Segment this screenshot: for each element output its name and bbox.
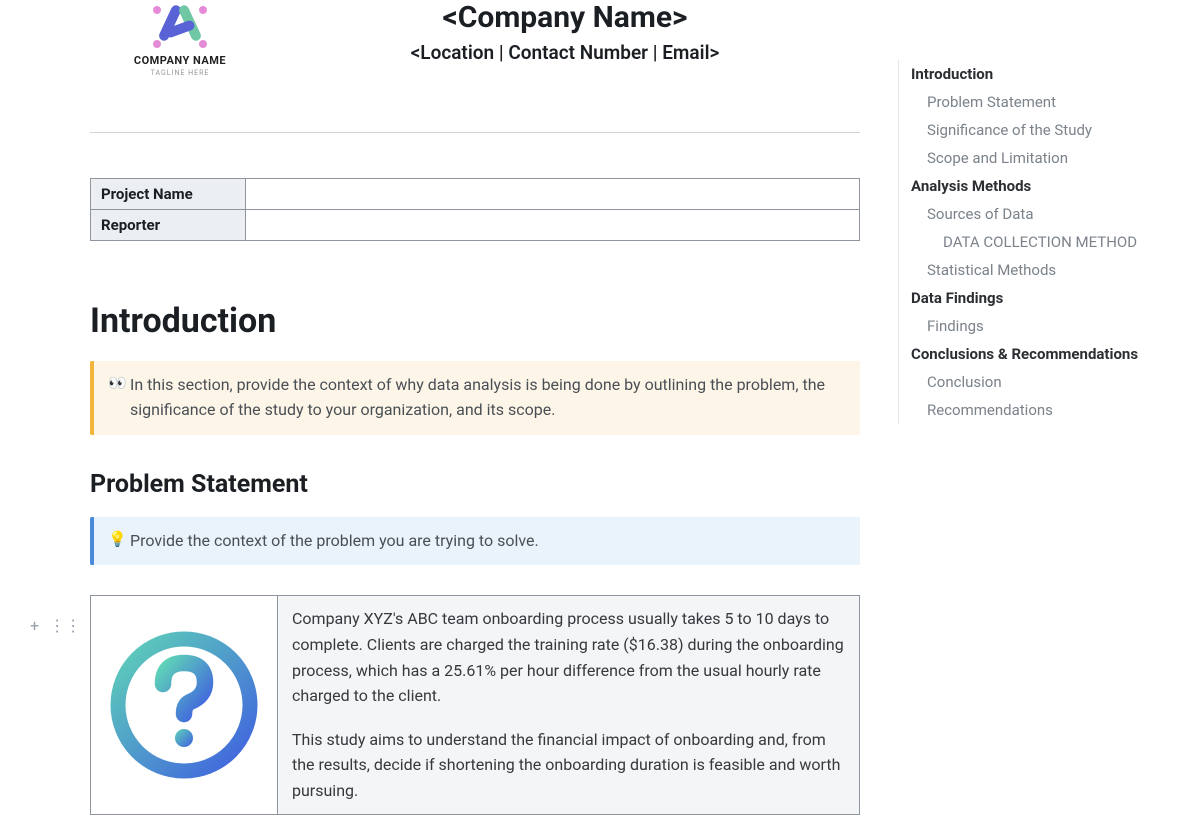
logo-mark-icon: [145, 0, 215, 50]
document-header: COMPANY NAME TAGLINE HERE <Company Name>…: [90, 0, 860, 77]
content-block: Company XYZ's ABC team onboarding proces…: [90, 595, 860, 814]
table-row: Project Name: [91, 179, 860, 210]
title-block: <Company Name> <Location | Contact Numbe…: [270, 0, 860, 64]
meta-table: Project Name Reporter: [90, 178, 860, 241]
meta-value-project[interactable]: [246, 179, 860, 210]
outline-item[interactable]: Recommendations: [911, 396, 1178, 424]
document-outline: IntroductionProblem StatementSignificanc…: [898, 60, 1178, 424]
outline-item[interactable]: Findings: [911, 312, 1178, 340]
meta-label-project: Project Name: [91, 179, 246, 210]
company-name: <Company Name>: [270, 0, 860, 35]
content-paragraph-2: This study aims to understand the financ…: [292, 727, 845, 804]
section-heading-problem-statement: Problem Statement: [90, 470, 860, 499]
outline-item[interactable]: Problem Statement: [911, 88, 1178, 116]
add-block-button[interactable]: +: [30, 616, 39, 635]
logo-name: COMPANY NAME: [134, 54, 226, 67]
header-divider: [90, 132, 860, 133]
outline-item[interactable]: Conclusion: [911, 368, 1178, 396]
callout-problem-statement-text: Provide the context of the problem you a…: [130, 529, 844, 554]
page-root: + ⋮⋮ COMPANY NAME TAGLINE HERE <Company …: [0, 0, 1190, 816]
question-illustration: [91, 596, 277, 813]
question-mark-icon: [109, 630, 259, 780]
outline-item[interactable]: Introduction: [911, 60, 1178, 88]
callout-introduction-text: In this section, provide the context of …: [130, 373, 844, 423]
outline-item[interactable]: Conclusions & Recommendations: [911, 340, 1178, 368]
outline-item[interactable]: DATA COLLECTION METHOD: [911, 228, 1178, 256]
outline-item[interactable]: Analysis Methods: [911, 172, 1178, 200]
meta-value-reporter[interactable]: [246, 210, 860, 241]
block-handles: + ⋮⋮: [30, 616, 81, 635]
outline-item[interactable]: Statistical Methods: [911, 256, 1178, 284]
content-text[interactable]: Company XYZ's ABC team onboarding proces…: [277, 596, 859, 813]
bulb-icon: 💡: [108, 529, 130, 550]
outline-item[interactable]: Significance of the Study: [911, 116, 1178, 144]
outline-item[interactable]: Scope and Limitation: [911, 144, 1178, 172]
document-body: COMPANY NAME TAGLINE HERE <Company Name>…: [90, 0, 860, 815]
outline-item[interactable]: Sources of Data: [911, 200, 1178, 228]
content-paragraph-1: Company XYZ's ABC team onboarding proces…: [292, 606, 845, 708]
callout-introduction: 👀 In this section, provide the context o…: [90, 361, 860, 435]
meta-label-reporter: Reporter: [91, 210, 246, 241]
logo-tagline: TAGLINE HERE: [151, 69, 210, 77]
outline-item[interactable]: Data Findings: [911, 284, 1178, 312]
drag-handle[interactable]: ⋮⋮: [49, 616, 81, 635]
eyes-icon: 👀: [108, 373, 130, 394]
table-row: Reporter: [91, 210, 860, 241]
company-logo: COMPANY NAME TAGLINE HERE: [90, 0, 270, 77]
contact-line: <Location | Contact Number | Email>: [270, 41, 860, 64]
section-heading-introduction: Introduction: [90, 301, 860, 341]
callout-problem-statement: 💡 Provide the context of the problem you…: [90, 517, 860, 566]
